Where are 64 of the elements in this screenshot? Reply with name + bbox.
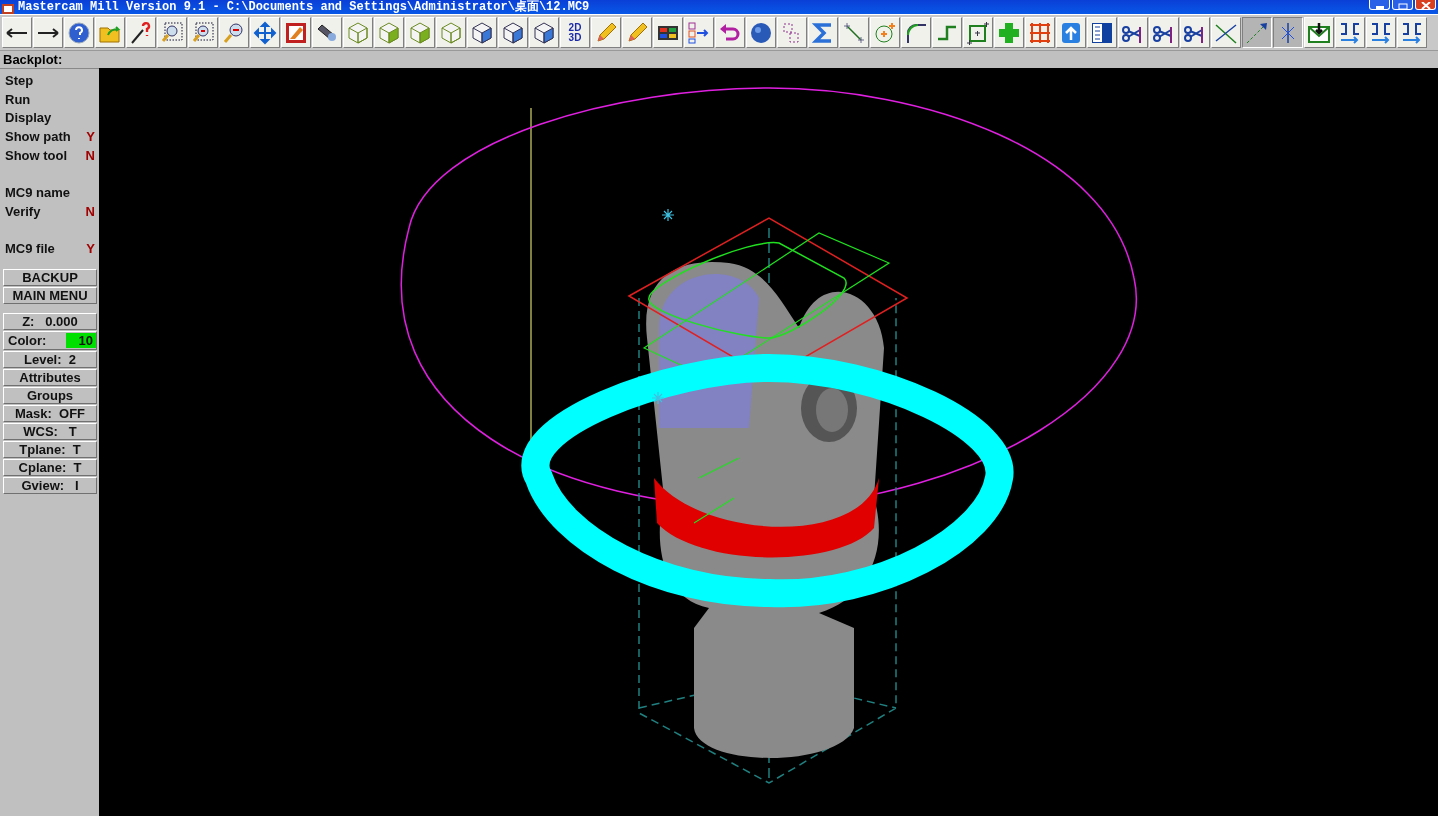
menu-item[interactable]: Show tool	[5, 146, 68, 166]
shaded-cube-icon	[408, 20, 432, 45]
window-title: Mastercam Mill Version 9.1 - C:\Documents and Settings\Administrator\桌面\12.MC9	[18, 1, 590, 14]
shaded-cube-icon	[377, 20, 401, 45]
solid-cube-icon	[470, 20, 494, 45]
minimize-icon	[1375, 6, 1384, 9]
color-label: Color:	[8, 332, 47, 348]
close-button[interactable]	[1415, 0, 1436, 10]
restore-icon	[1397, 3, 1408, 9]
list-panel-icon	[1090, 20, 1114, 45]
upload-cylinder-icon	[1059, 20, 1083, 45]
wireframe-cube-icon	[439, 20, 463, 45]
diagonal-arrow-icon	[1245, 20, 1269, 45]
status-button[interactable]: Gview: I	[3, 476, 97, 494]
solid-cube-icon	[501, 20, 525, 45]
square-points-icon	[966, 20, 990, 45]
menu-value: N	[85, 202, 95, 221]
menu-item[interactable]: Verify	[5, 202, 41, 222]
toolbar-button[interactable]: 2D 3D	[560, 17, 590, 48]
pencil-icon	[594, 20, 618, 45]
solid-cube-icon	[532, 20, 556, 45]
status-button[interactable]: Tplane: T	[3, 440, 97, 458]
bracket-arrow-icon	[1400, 20, 1424, 45]
status-button[interactable]: Mask: OFF	[3, 404, 97, 422]
plus-icon	[997, 20, 1021, 45]
menu-value: N	[85, 146, 95, 165]
grid-icon	[1028, 20, 1052, 45]
pencil-icon	[625, 20, 649, 45]
menu-button[interactable]: BACKUP	[3, 268, 97, 286]
menu-item[interactable]: Display	[5, 109, 52, 129]
status-button[interactable]: Z: 0.000	[3, 312, 97, 330]
zoom-out-icon	[222, 20, 246, 45]
wireframe-cube-icon	[346, 20, 370, 45]
status-button[interactable]: Cplane: T	[3, 458, 97, 476]
toolbar-button[interactable]	[1273, 17, 1303, 48]
menu-item[interactable]: Step	[5, 72, 34, 91]
status-button[interactable]: WCS: T	[3, 422, 97, 440]
maximize-button[interactable]	[1392, 0, 1413, 10]
bracket-arrow-icon	[1338, 20, 1362, 45]
menu-item[interactable]: Show path	[5, 128, 71, 147]
close-icon	[1420, 2, 1431, 9]
menu-item[interactable]: MC9 name	[5, 184, 71, 203]
zoom-window-icon	[160, 20, 184, 45]
question-line-icon	[129, 20, 153, 45]
color-field[interactable]: Color: 10	[3, 330, 97, 350]
status-button[interactable]: Attributes	[3, 368, 97, 386]
repaint-icon	[284, 20, 308, 45]
help-icon	[67, 20, 91, 45]
color-swatch: 10	[66, 332, 96, 348]
status-button[interactable]: Groups	[3, 386, 97, 404]
envelope-icon	[1307, 20, 1331, 45]
menu-item[interactable]: Run	[5, 90, 31, 110]
circle-point-icon	[873, 20, 897, 45]
menu-value: Y	[86, 240, 95, 259]
minimize-button[interactable]	[1369, 0, 1390, 10]
line-endpoints-icon	[842, 20, 866, 45]
zoom-out-window-icon	[191, 20, 215, 45]
menu-button[interactable]: MAIN MENU	[3, 286, 97, 304]
pan-arrows-icon	[253, 20, 277, 45]
bracket-arrow-icon	[1369, 20, 1393, 45]
sphere-icon	[749, 20, 773, 45]
status-button[interactable]: Level: 2	[3, 350, 97, 368]
menu-item[interactable]: MC9 file	[5, 240, 55, 259]
menu-value: Y	[86, 128, 95, 147]
